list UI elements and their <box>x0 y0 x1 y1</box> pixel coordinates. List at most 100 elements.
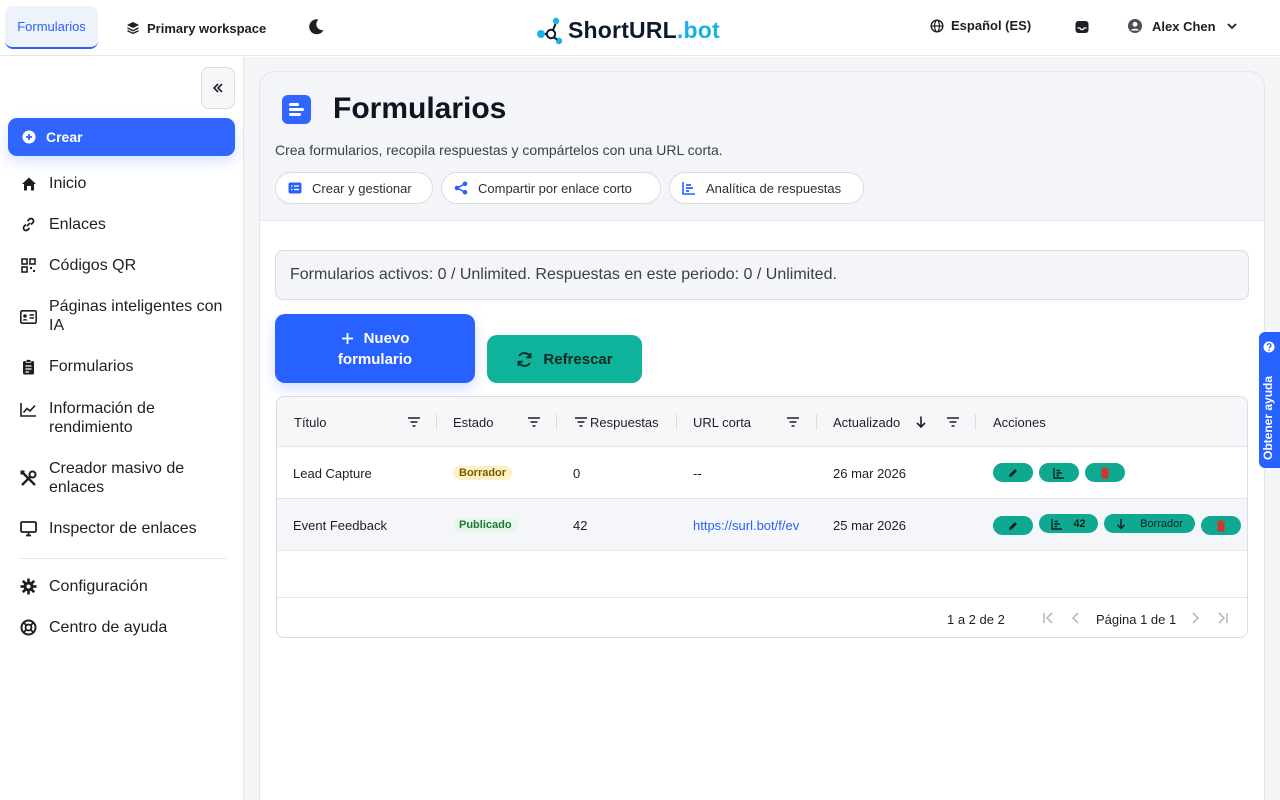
prev-page-icon[interactable] <box>1069 611 1083 625</box>
status-badge: Borrador <box>453 466 513 480</box>
column-header-respuestas[interactable]: Respuestas <box>590 397 659 447</box>
link-icon <box>22 217 35 232</box>
delete-button[interactable] <box>1201 516 1241 535</box>
filter-icon[interactable] <box>574 415 588 429</box>
stats-button[interactable]: 42 <box>1039 514 1098 533</box>
trash-icon <box>1216 519 1226 531</box>
cell-updated: 25 mar 2026 <box>833 517 906 533</box>
inbox-icon[interactable] <box>1074 19 1090 35</box>
new-form-button[interactable]: Nuevo formulario <box>275 314 475 383</box>
page-title: Formularios <box>333 92 507 125</box>
last-page-icon[interactable] <box>1216 611 1230 625</box>
sidebar-item-informacion-rendimiento[interactable]: Información de rendimiento <box>20 399 235 437</box>
refresh-button[interactable]: Refrescar <box>487 335 642 383</box>
short-url-link[interactable]: https://surl.bot/f/ev <box>693 499 817 551</box>
collapse-sidebar-button[interactable] <box>201 67 235 109</box>
unpublish-button[interactable]: Borrador <box>1104 514 1195 533</box>
top-bar: Formularios Primary workspace ShortURL.b… <box>0 0 1280 56</box>
sidebar-item-paginas-inteligentes[interactable]: Páginas inteligentes con IA <box>20 297 235 335</box>
chip-compartir-enlace[interactable]: Compartir por enlace corto <box>441 172 661 204</box>
tab-formularios[interactable]: Formularios <box>5 6 98 49</box>
stats-button[interactable] <box>1039 463 1079 482</box>
sidebar-item-creador-masivo[interactable]: Creador masivo de enlaces <box>20 459 235 497</box>
stats-count: 42 <box>1073 517 1086 530</box>
plus-icon <box>341 332 353 344</box>
help-tab[interactable]: Obtener ayuda <box>1259 332 1280 468</box>
sidebar-item-label: Inspector de enlaces <box>49 520 197 537</box>
sidebar-item-label: Enlaces <box>49 216 106 233</box>
column-header-titulo[interactable]: Título <box>294 397 327 447</box>
form-icon <box>288 182 302 194</box>
column-header-actualizado[interactable]: Actualizado <box>833 397 900 447</box>
dark-mode-icon[interactable] <box>306 17 326 37</box>
chip-label: Compartir por enlace corto <box>478 180 632 196</box>
chip-analitica-respuestas[interactable]: Analítica de respuestas <box>669 172 864 204</box>
help-tab-label: Obtener ayuda <box>1261 375 1275 460</box>
pencil-icon <box>1009 468 1017 477</box>
edit-button[interactable] <box>993 516 1033 535</box>
edit-button[interactable] <box>993 463 1033 482</box>
sort-down-icon[interactable] <box>914 415 928 429</box>
sidebar-divider <box>20 558 227 559</box>
user-name: Alex Chen <box>1152 18 1216 34</box>
double-chevron-left-icon <box>212 83 223 93</box>
new-form-label-line2: formulario <box>337 350 413 368</box>
cell-responses: 42 <box>573 517 588 533</box>
sidebar-item-enlaces[interactable]: Enlaces <box>20 215 235 234</box>
brand-name: ShortURL.bot <box>568 16 720 43</box>
sidebar-item-codigos-qr[interactable]: Códigos QR <box>20 256 235 275</box>
qr-icon <box>21 258 36 273</box>
refresh-icon <box>517 351 532 367</box>
first-page-icon[interactable] <box>1041 611 1055 625</box>
cell-title: Lead Capture <box>293 465 372 481</box>
sidebar-item-label: Creador masivo de enlaces <box>49 460 185 496</box>
pencil-icon <box>1009 521 1017 530</box>
sidebar-item-centro-ayuda[interactable]: Centro de ayuda <box>20 618 235 637</box>
logo-icon <box>537 17 563 45</box>
forms-table: Título Estado Respuestas URL corta Actua… <box>276 396 1248 638</box>
monitor-icon <box>20 520 37 536</box>
next-page-icon[interactable] <box>1188 611 1202 625</box>
pagination: 1 a 2 de 2 Página 1 de 1 <box>277 597 1247 637</box>
chip-label: Crear y gestionar <box>312 180 412 196</box>
pager-range: 1 a 2 de 2 <box>947 612 1005 627</box>
filter-icon[interactable] <box>946 415 960 429</box>
sidebar-item-configuracion[interactable]: Configuración <box>20 577 235 596</box>
chip-label: Analítica de respuestas <box>706 180 842 196</box>
chevron-down-icon <box>1226 23 1237 30</box>
sidebar-item-label: Páginas inteligentes con IA <box>49 298 223 334</box>
chip-crear-gestionar[interactable]: Crear y gestionar <box>275 172 433 204</box>
table-row[interactable]: Lead Capture Borrador 0 -- 26 mar 2026 <box>277 447 1247 499</box>
id-card-icon <box>20 309 37 324</box>
quota-text: Formularios activos: 0 / Unlimited. Resp… <box>290 266 837 283</box>
language-selector[interactable]: Español (ES) <box>930 18 1031 33</box>
home-icon <box>21 177 36 190</box>
delete-button[interactable] <box>1085 463 1125 482</box>
column-header-estado[interactable]: Estado <box>453 397 493 447</box>
refresh-label: Refrescar <box>543 350 613 368</box>
filter-icon[interactable] <box>786 415 800 429</box>
column-header-url-corta[interactable]: URL corta <box>693 397 751 447</box>
bar-chart-icon <box>1051 518 1063 530</box>
layers-icon <box>127 22 139 35</box>
sidebar-item-formularios[interactable]: Formularios <box>20 357 235 376</box>
workspace-label: Primary workspace <box>147 20 267 36</box>
sidebar-item-label: Formularios <box>49 358 134 375</box>
user-menu[interactable]: Alex Chen <box>1127 18 1239 34</box>
brand-logo[interactable]: ShortURL.bot <box>536 15 720 45</box>
filter-icon[interactable] <box>527 415 541 429</box>
filter-icon[interactable] <box>407 415 421 429</box>
sidebar-item-label: Centro de ayuda <box>49 619 168 636</box>
sidebar-item-label: Configuración <box>49 578 148 595</box>
sidebar-item-inicio[interactable]: Inicio <box>20 174 235 193</box>
sidebar-item-inspector-enlaces[interactable]: Inspector de enlaces <box>20 519 235 538</box>
language-label: Español (ES) <box>951 18 1032 33</box>
sidebar: Crear Inicio Enlaces Códigos QR Páginas … <box>0 57 244 800</box>
table-row[interactable]: Event Feedback Publicado 42 https://surl… <box>277 499 1247 551</box>
workspace-switcher[interactable]: Primary workspace <box>126 18 266 38</box>
status-badge: Publicado <box>453 518 518 532</box>
create-button[interactable]: Crear <box>8 118 235 156</box>
plus-circle-icon <box>22 130 36 144</box>
bar-chart-icon <box>682 182 695 195</box>
gear-icon <box>20 578 37 595</box>
